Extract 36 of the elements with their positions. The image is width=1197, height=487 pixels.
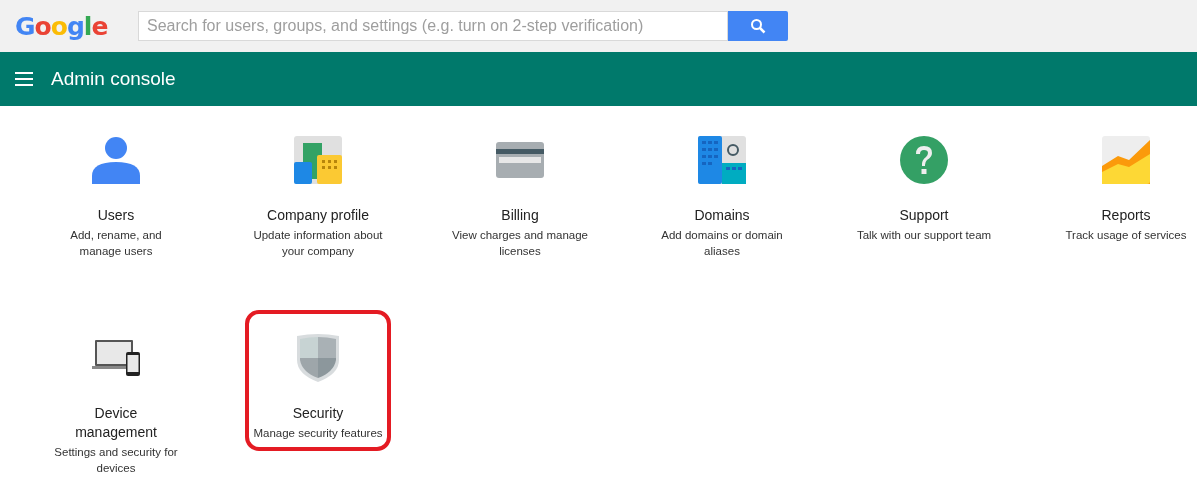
highlighted-tile[interactable]: Security Manage security features (245, 310, 391, 451)
tile-title: Domains (694, 206, 750, 225)
tile-title: Support (899, 206, 949, 225)
search-icon (750, 18, 766, 34)
tile[interactable]: Users Add, rename, and manage users (43, 112, 189, 269)
tile-title: Users (97, 206, 135, 225)
app-title: Admin console (51, 68, 176, 90)
buildings-icon (294, 136, 342, 184)
tile-description: Update information about your company (252, 228, 384, 259)
search-button[interactable] (728, 11, 788, 41)
menu-button[interactable] (15, 72, 33, 86)
tile-description: Add, rename, and manage users (69, 228, 163, 259)
tile[interactable]: Reports Track usage of services (1053, 112, 1197, 253)
tile[interactable]: Company profile Update information about your company (245, 112, 391, 269)
tile-description: Settings and security for devices (53, 445, 179, 476)
help-icon (900, 136, 948, 184)
building-at-sign-icon (698, 136, 746, 184)
tile-description: Talk with our support team (856, 228, 992, 243)
search-field[interactable]: Search for users, groups, and settings (e.g. turn on 2-step verification) (138, 11, 728, 41)
tile-description: Track usage of services (1065, 228, 1187, 243)
tile-title: Security (292, 404, 344, 423)
tile[interactable]: Support Talk with our support team (851, 112, 997, 253)
tile-description: View charges and manage licenses (452, 228, 588, 259)
tile[interactable]: Billing View charges and manage licenses (447, 112, 593, 269)
tile-title: Billing (501, 206, 539, 225)
tile[interactable]: Device management Settings and security for devices (43, 310, 189, 486)
tile-title: Reports (1101, 206, 1151, 225)
tile-description: Add domains or domain aliases (660, 228, 784, 259)
shield-icon (294, 334, 342, 382)
tile-title: Device management (74, 404, 158, 442)
chart-icon (1102, 136, 1150, 184)
tile-title: Company profile (267, 206, 369, 225)
person-icon (92, 136, 140, 184)
menu-icon (15, 72, 33, 86)
tile-description: Manage security features (253, 426, 383, 441)
tile[interactable]: Domains Add domains or domain aliases (649, 112, 795, 269)
